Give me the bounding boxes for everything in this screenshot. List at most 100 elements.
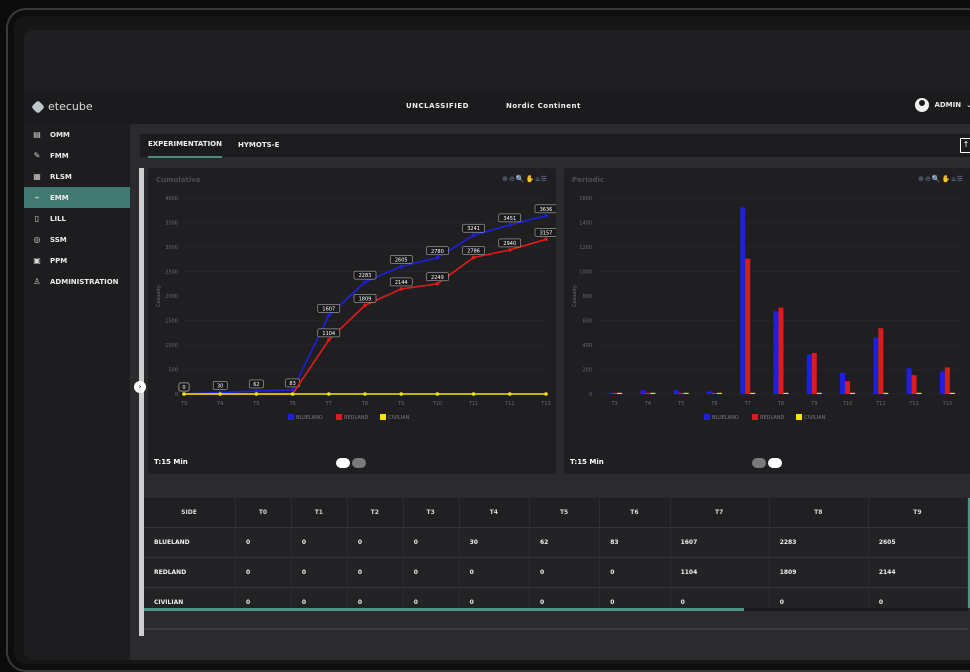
data-label: 3241 <box>467 226 480 232</box>
data-point <box>327 392 331 396</box>
periodic-chart-panel: Periodic ⊕⊖🔍✋⌂☰ 0 200 400 600 800 1000 1200 140… <box>564 168 970 474</box>
bar-civilian <box>816 392 822 394</box>
top-bar <box>24 30 970 92</box>
data-label: 2283 <box>359 273 372 279</box>
legend-label: CIVILIAN <box>804 415 826 421</box>
y-tick-label: 1600 <box>579 196 592 202</box>
x-tick-label: T8 <box>361 401 368 407</box>
collapse-icon[interactable]: › <box>134 381 146 393</box>
data-point <box>471 255 476 260</box>
user-menu[interactable]: ADMIN ⌄ <box>915 98 970 112</box>
chevron-down-icon: ⌄ <box>966 101 970 109</box>
column-header: T6 <box>599 498 671 528</box>
column-header: T4 <box>459 498 530 528</box>
chart-pager[interactable] <box>752 458 782 468</box>
data-label: 2144 <box>395 280 408 286</box>
bar-civilian <box>617 392 623 394</box>
pager-dot[interactable] <box>752 458 766 468</box>
bar-civilian <box>949 392 955 394</box>
bar-redland <box>745 258 751 394</box>
table-cell: 0 <box>291 587 348 608</box>
bar-civilian <box>883 392 889 394</box>
data-point <box>327 338 331 342</box>
table-cell: 30 <box>459 527 530 558</box>
table-cell: 1809 <box>769 557 869 588</box>
bar-blueland <box>706 391 712 394</box>
device-frame: etecube UNCLASSIFIED Nordic Continent AD… <box>6 8 970 672</box>
x-tick-label: T7 <box>744 401 751 407</box>
export-icon[interactable]: ↑ <box>960 138 970 153</box>
tab-experimentation[interactable]: EXPERIMENTATION <box>148 133 222 158</box>
table-cell: 0 <box>403 527 460 558</box>
x-tick-label: T10 <box>842 401 852 407</box>
table-cell: 0 <box>291 527 348 558</box>
legend-label: CIVILIAN <box>388 415 410 421</box>
bar-civilian <box>850 392 856 394</box>
data-label: 2780 <box>431 249 444 255</box>
document-icon: ▤ <box>33 130 41 139</box>
data-point <box>435 392 440 396</box>
column-header: T0 <box>235 498 292 528</box>
column-header-side: SIDE <box>144 498 236 528</box>
pager-dot-active[interactable] <box>336 458 350 468</box>
brand-logo[interactable]: etecube <box>31 99 93 114</box>
scroll-thumb[interactable] <box>144 608 744 611</box>
data-point <box>254 392 259 396</box>
data-point <box>327 313 331 318</box>
sidebar-item-omm[interactable]: ▤ OMM <box>24 124 130 145</box>
table-cell: 1104 <box>670 557 770 588</box>
y-tick-label: 2500 <box>165 270 178 276</box>
data-point <box>435 281 440 286</box>
data-point <box>218 392 222 396</box>
bar-blueland <box>640 390 646 394</box>
x-tick-label: T5 <box>677 401 684 407</box>
chart-pager[interactable] <box>336 458 366 468</box>
y-tick-label: 200 <box>582 368 592 374</box>
data-label: 1607 <box>322 306 335 312</box>
column-header: T7 <box>670 498 770 528</box>
bar-redland <box>645 392 651 394</box>
x-tick-label: T9 <box>810 401 817 407</box>
data-label: 2940 <box>503 241 516 247</box>
bar-redland <box>845 381 851 394</box>
sidebar-item-rlsm[interactable]: ▦ RLSM <box>24 166 130 187</box>
pager-dot-active[interactable] <box>768 458 782 468</box>
table-cell: 83 <box>599 527 671 558</box>
table-cell: 0 <box>599 587 671 608</box>
column-header: T9 <box>868 498 968 528</box>
sidebar-item-fmm[interactable]: ✎ FMM <box>24 145 130 166</box>
data-label: 2605 <box>395 257 408 263</box>
y-tick-label: 400 <box>582 343 592 349</box>
sidebar-item-administration[interactable]: ♙ ADMINISTRATION <box>24 271 130 292</box>
x-tick-label: T3 <box>611 401 618 407</box>
table-cell: 0 <box>459 587 530 608</box>
table-cell: 0 <box>529 587 601 608</box>
region-label: Nordic Continent <box>506 102 581 110</box>
data-label: 3157 <box>540 230 553 236</box>
y-tick-label: 1200 <box>579 245 592 251</box>
data-point <box>363 303 367 308</box>
tab-hymots-e[interactable]: HYMOTS-E <box>238 134 279 157</box>
bar-civilian <box>683 392 689 394</box>
sidebar-item-lill[interactable]: ▯ LILL <box>24 208 130 229</box>
table-cell: 0 <box>347 557 404 588</box>
cumulative-line-chart: 0 500 1000 1500 2000 2500 3000 3500 4000 Casualty… <box>156 196 556 421</box>
table-scrollbar-horizontal[interactable] <box>144 608 968 611</box>
bar-civilian <box>750 392 756 394</box>
user-icon <box>915 98 930 112</box>
column-header: T3 <box>403 498 460 528</box>
sidebar-item-ssm[interactable]: ◎ SSM <box>24 229 130 250</box>
x-tick-label: T6 <box>288 401 295 407</box>
sidebar-item-ppm[interactable]: ▣ PPM <box>24 250 130 271</box>
sidebar-item-emm[interactable]: ⌁ EMM <box>24 187 130 208</box>
y-tick-label: 0 <box>175 392 178 398</box>
x-tick-label: T5 <box>252 401 259 407</box>
y-tick-label: 2000 <box>165 294 178 300</box>
legend-swatch <box>752 414 758 420</box>
sidebar-item-label: PPM <box>50 256 68 265</box>
legend-swatch <box>796 414 802 420</box>
legend-label: BLUELAND <box>712 415 739 421</box>
calendar-icon: ▣ <box>33 256 41 265</box>
pager-dot[interactable] <box>352 458 366 468</box>
bar-redland <box>944 367 950 394</box>
